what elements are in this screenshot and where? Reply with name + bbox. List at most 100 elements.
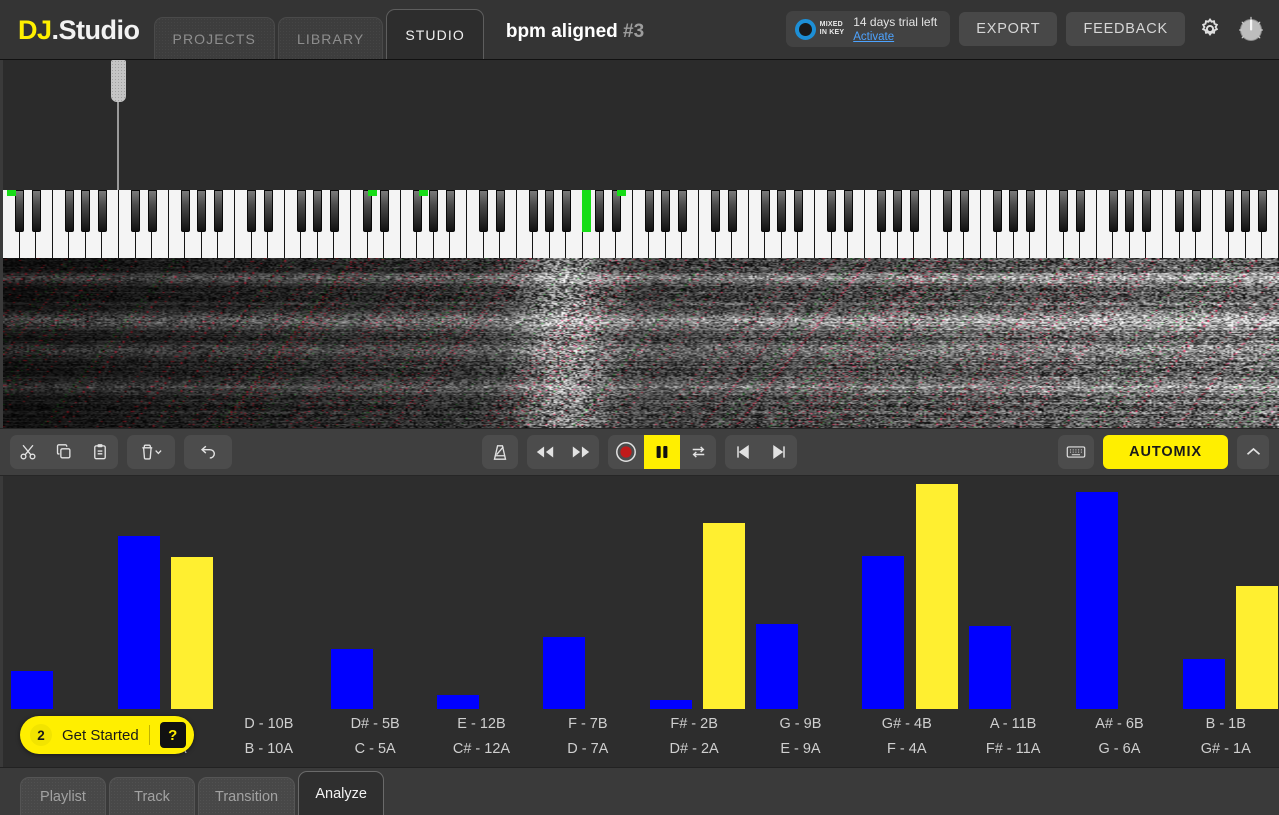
piano-black-key[interactable] [711, 190, 720, 232]
piano-black-key[interactable] [612, 190, 621, 232]
export-button[interactable]: EXPORT [959, 12, 1057, 46]
piano-black-key[interactable] [429, 190, 438, 232]
skip-start-button[interactable] [725, 435, 761, 469]
tab-studio[interactable]: STUDIO [386, 9, 484, 59]
piano-roll-panel[interactable] [0, 60, 1279, 428]
piano-roll-notes-area[interactable] [3, 60, 1279, 190]
app-logo[interactable]: DJ.Studio [18, 15, 140, 46]
piano-black-key[interactable] [661, 190, 670, 232]
chart-bar[interactable] [916, 484, 958, 709]
piano-black-key[interactable] [794, 190, 803, 232]
chart-bar[interactable] [171, 557, 213, 709]
piano-black-key[interactable] [181, 190, 190, 232]
piano-black-key[interactable] [562, 190, 571, 232]
piano-black-key[interactable] [363, 190, 372, 232]
chart-bar[interactable] [1236, 586, 1278, 709]
cut-button[interactable] [10, 435, 46, 469]
loop-button[interactable] [680, 435, 716, 469]
piano-octave[interactable] [699, 190, 815, 258]
piano-black-key[interactable] [910, 190, 919, 232]
piano-black-key[interactable] [380, 190, 389, 232]
tab-analyze[interactable]: Analyze [298, 771, 384, 815]
piano-black-key[interactable] [65, 190, 74, 232]
key-analysis-chart[interactable]: C - 8BA - 8AC# - 3BA# - 3AD - 10BB - 10A… [0, 476, 1279, 767]
piano-octave[interactable] [583, 190, 699, 258]
piano-black-key[interactable] [827, 190, 836, 232]
piano-black-key[interactable] [247, 190, 256, 232]
chart-bar[interactable] [1076, 492, 1118, 709]
user-avatar-button[interactable] [1235, 13, 1267, 45]
piano-black-key[interactable] [893, 190, 902, 232]
spectrogram[interactable] [3, 258, 1279, 428]
piano-black-key[interactable] [479, 190, 488, 232]
piano-black-key[interactable] [943, 190, 952, 232]
chart-bar[interactable] [650, 700, 692, 709]
piano-octave[interactable] [1047, 190, 1163, 258]
piano-black-key[interactable] [645, 190, 654, 232]
piano-octave[interactable] [467, 190, 583, 258]
tab-playlist[interactable]: Playlist [20, 777, 106, 815]
piano-octave[interactable] [1163, 190, 1279, 258]
piano-black-key[interactable] [1258, 190, 1267, 232]
piano-black-key[interactable] [197, 190, 206, 232]
piano-black-key[interactable] [678, 190, 687, 232]
chart-bar[interactable] [331, 649, 373, 709]
piano-black-key[interactable] [131, 190, 140, 232]
rewind-button[interactable] [527, 435, 563, 469]
piano-black-key[interactable] [1142, 190, 1151, 232]
piano-black-key[interactable] [1076, 190, 1085, 232]
chart-bar[interactable] [118, 536, 160, 709]
piano-black-key[interactable] [844, 190, 853, 232]
piano-octave[interactable] [235, 190, 351, 258]
piano-black-key[interactable] [1192, 190, 1201, 232]
feedback-button[interactable]: FEEDBACK [1066, 12, 1185, 46]
chart-bar[interactable] [703, 523, 745, 709]
record-button[interactable] [608, 435, 644, 469]
piano-black-key[interactable] [1175, 190, 1184, 232]
piano-black-key[interactable] [98, 190, 107, 232]
piano-black-key[interactable] [496, 190, 505, 232]
metronome-button[interactable] [482, 435, 518, 469]
piano-black-key[interactable] [413, 190, 422, 232]
piano-black-key[interactable] [1109, 190, 1118, 232]
piano-black-key[interactable] [993, 190, 1002, 232]
keyboard-shortcuts-button[interactable] [1058, 435, 1094, 469]
delete-button[interactable] [127, 435, 175, 469]
get-started-badge[interactable]: 2 Get Started ? [20, 716, 194, 754]
fast-forward-button[interactable] [563, 435, 599, 469]
piano-black-key[interactable] [1241, 190, 1250, 232]
paste-button[interactable] [82, 435, 118, 469]
pause-button[interactable] [644, 435, 680, 469]
piano-black-key[interactable] [1125, 190, 1134, 232]
automix-button[interactable]: AUTOMIX [1103, 435, 1228, 469]
piano-black-key[interactable] [761, 190, 770, 232]
activate-link[interactable]: Activate [853, 31, 894, 43]
chart-bar[interactable] [862, 556, 904, 709]
piano-black-key[interactable] [330, 190, 339, 232]
chart-bar[interactable] [1183, 659, 1225, 709]
piano-black-key[interactable] [728, 190, 737, 232]
piano-black-key[interactable] [264, 190, 273, 232]
piano-black-key[interactable] [313, 190, 322, 232]
piano-black-key[interactable] [877, 190, 886, 232]
mixedinkey-trial-chip[interactable]: MIXED IN KEY 14 days trial left Activate [786, 11, 951, 47]
piano-black-key[interactable] [1225, 190, 1234, 232]
chart-bar[interactable] [543, 637, 585, 709]
piano-black-key[interactable] [15, 190, 24, 232]
piano-black-key[interactable] [960, 190, 969, 232]
piano-black-key[interactable] [32, 190, 41, 232]
tab-library[interactable]: LIBRARY [278, 17, 383, 59]
piano-black-key[interactable] [81, 190, 90, 232]
piano-black-key[interactable] [1009, 190, 1018, 232]
playhead-handle[interactable] [111, 60, 126, 102]
piano-keyboard[interactable] [3, 190, 1279, 258]
piano-octave[interactable] [815, 190, 931, 258]
chart-bar[interactable] [437, 695, 479, 709]
piano-black-key[interactable] [529, 190, 538, 232]
piano-octave[interactable] [351, 190, 467, 258]
chart-bar[interactable] [969, 626, 1011, 709]
tab-transition[interactable]: Transition [198, 777, 295, 815]
tab-projects[interactable]: PROJECTS [154, 17, 275, 59]
skip-end-button[interactable] [761, 435, 797, 469]
piano-black-key[interactable] [297, 190, 306, 232]
